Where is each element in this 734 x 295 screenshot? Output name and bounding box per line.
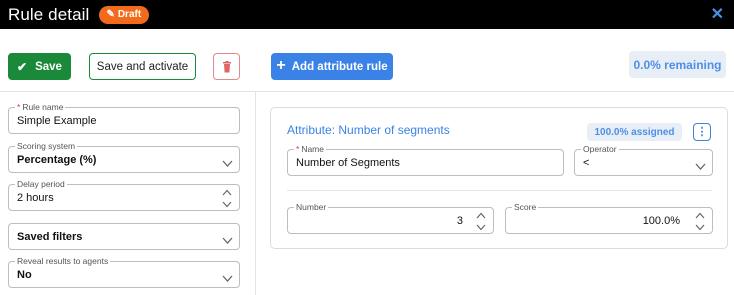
more-options-icon[interactable]: ⋮ [693, 123, 711, 141]
save-and-activate-label: Save and activate [96, 60, 189, 73]
operator-label: Operator [581, 144, 619, 154]
reveal-results-select[interactable]: Reveal results to agents No [8, 256, 240, 288]
save-button-label: Save [35, 60, 62, 73]
scoring-system-label: Scoring system [15, 141, 78, 151]
attribute-name-label: * Name [294, 144, 326, 154]
trash-icon [222, 60, 231, 72]
delete-button[interactable] [213, 53, 240, 80]
number-value: 3 [456, 215, 463, 227]
assigned-badge: 100.0% assigned [587, 123, 682, 141]
card-divider [287, 190, 712, 191]
rule-name-field[interactable]: * Rule name Simple Example [8, 102, 240, 134]
remaining-indicator: 0.0% remaining [629, 51, 726, 78]
operator-select[interactable]: Operator < [574, 144, 713, 176]
add-attribute-rule-label: Add attribute rule [291, 60, 388, 73]
delay-period-field[interactable]: Delay period 2 hours [8, 179, 240, 211]
score-label: Score [512, 202, 539, 212]
chevron-down-icon [695, 158, 706, 170]
draft-badge-label: Draft [117, 9, 142, 20]
saved-filters-select[interactable]: Saved filters [8, 223, 240, 250]
delay-period-value: 2 hours [17, 192, 54, 204]
scoring-system-select[interactable]: Scoring system Percentage (%) [8, 141, 240, 173]
add-attribute-rule-button[interactable]: + Add attribute rule [271, 53, 393, 80]
number-label: Number [294, 202, 329, 212]
chevron-down-icon [222, 270, 233, 282]
close-icon[interactable]: ✕ [711, 4, 724, 24]
check-icon: ✔ [17, 59, 28, 74]
pencil-icon: ✎ [106, 9, 115, 20]
toolbar-divider [0, 91, 734, 92]
score-value: 100.0% [642, 215, 680, 227]
attribute-rule-title: Attribute: Number of segments [287, 123, 450, 137]
attribute-rule-card: Attribute: Number of segments 100.0% ass… [270, 107, 728, 249]
rule-name-value: Simple Example [17, 115, 97, 127]
attribute-name-value: Number of Segments [296, 157, 400, 169]
delay-period-label: Delay period [15, 179, 67, 189]
column-divider [255, 92, 256, 295]
save-and-activate-button[interactable]: Save and activate [89, 53, 196, 80]
reveal-results-label: Reveal results to agents [15, 256, 111, 266]
stepper-icon[interactable] [476, 212, 486, 231]
plus-icon: + [276, 56, 286, 74]
save-button[interactable]: ✔ Save [8, 53, 71, 80]
draft-badge: ✎ Draft [99, 5, 150, 24]
page-title: Rule detail [8, 4, 90, 24]
operator-value: < [583, 157, 590, 169]
header-bar: Rule detail ✎ Draft ✕ [0, 0, 734, 29]
score-field[interactable]: Score 100.0% [505, 202, 713, 234]
attribute-name-field[interactable]: * Name Number of Segments [287, 144, 564, 176]
chevron-down-icon [222, 155, 233, 167]
reveal-results-value: No [17, 269, 32, 281]
stepper-icon[interactable] [222, 189, 232, 208]
rule-name-label: * Rule name [15, 102, 66, 112]
stepper-icon[interactable] [695, 212, 705, 231]
number-field[interactable]: Number 3 [287, 202, 494, 234]
saved-filters-value: Saved filters [17, 231, 83, 243]
chevron-down-icon [222, 232, 233, 244]
scoring-system-value: Percentage (%) [17, 154, 97, 166]
